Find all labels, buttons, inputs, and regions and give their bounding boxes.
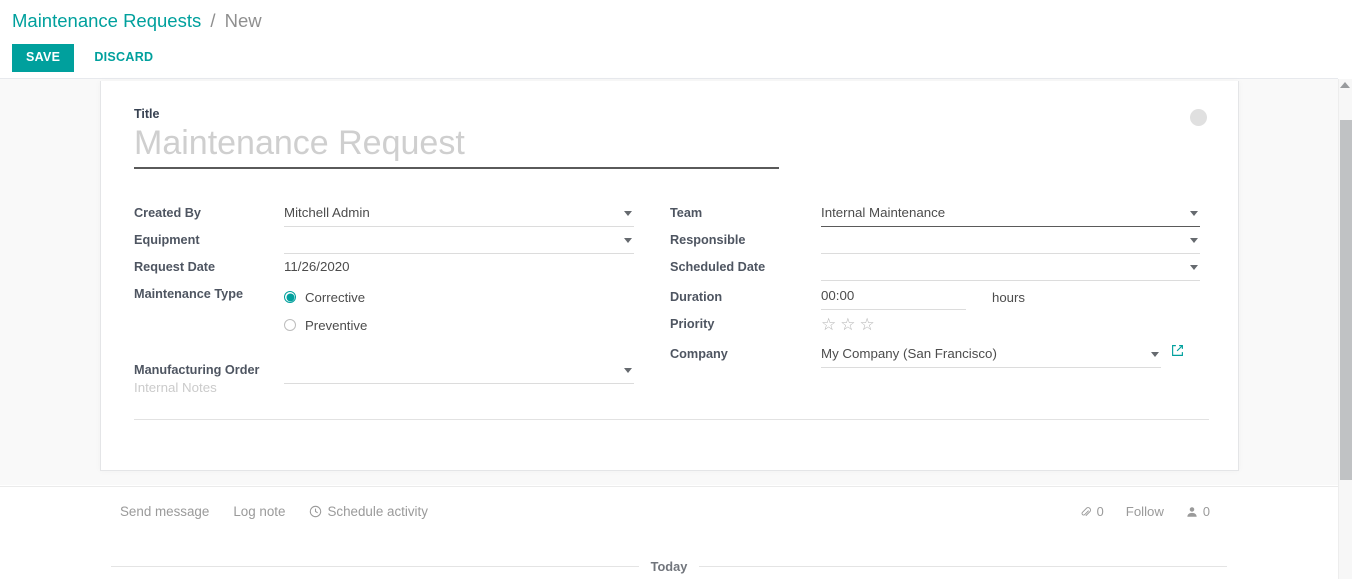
chevron-down-icon[interactable] bbox=[1190, 265, 1198, 270]
request-date-label: Request Date bbox=[134, 260, 216, 274]
radio-dot-corrective-icon[interactable] bbox=[284, 291, 296, 303]
scroll-up-arrow-icon[interactable] bbox=[1340, 82, 1350, 88]
send-message-button[interactable]: Send message bbox=[120, 504, 209, 519]
chevron-down-icon[interactable] bbox=[624, 368, 632, 373]
company-row bbox=[821, 341, 1200, 368]
internal-notes-group: Internal Notes bbox=[134, 378, 1209, 420]
team-input[interactable] bbox=[821, 200, 1200, 224]
title-field-group: Title bbox=[134, 107, 779, 169]
control-panel: Maintenance Requests / New SAVE DISCARD bbox=[0, 0, 1338, 79]
avatar bbox=[1190, 109, 1207, 126]
radio-option-corrective[interactable]: Corrective bbox=[284, 283, 634, 311]
team-field[interactable] bbox=[821, 200, 1200, 227]
star-icon[interactable]: ☆ bbox=[821, 316, 836, 333]
discard-button[interactable]: DISCARD bbox=[82, 44, 165, 72]
right-field-column: Team Responsible Sched bbox=[670, 200, 1200, 368]
chevron-down-icon[interactable] bbox=[624, 238, 632, 243]
responsible-input[interactable] bbox=[821, 227, 1200, 251]
duration-input[interactable] bbox=[821, 284, 966, 307]
scheduled-date-field[interactable] bbox=[821, 254, 1200, 281]
scheduled-date-input[interactable] bbox=[821, 254, 1200, 278]
radio-label-corrective: Corrective bbox=[305, 289, 366, 305]
odoo-maintenance-request-form: Maintenance Requests / New SAVE DISCARD … bbox=[0, 0, 1352, 579]
field-maintenance-type: Maintenance Type Corrective Preventive bbox=[134, 281, 634, 339]
maintenance-type-label: Maintenance Type bbox=[134, 287, 244, 301]
maintenance-type-radio-group: Corrective Preventive bbox=[284, 281, 634, 339]
equipment-label: Equipment bbox=[134, 233, 200, 247]
breadcrumb-current: New bbox=[224, 10, 262, 31]
equipment-field[interactable] bbox=[284, 227, 634, 254]
today-label: Today bbox=[650, 559, 688, 574]
priority-label: Priority bbox=[670, 317, 715, 331]
chatter-status-group: 0 Follow 0 bbox=[1080, 504, 1210, 519]
follower-count-value: 0 bbox=[1202, 504, 1210, 519]
vertical-scrollbar-track[interactable] bbox=[1338, 79, 1352, 579]
vertical-scrollbar-thumb[interactable] bbox=[1340, 120, 1352, 480]
duration-field[interactable] bbox=[821, 284, 966, 310]
chevron-down-icon[interactable] bbox=[1190, 211, 1198, 216]
field-scheduled-date: Scheduled Date bbox=[670, 254, 1200, 281]
radio-dot-preventive-icon[interactable] bbox=[284, 319, 296, 331]
created-by-input[interactable] bbox=[284, 200, 634, 224]
company-field[interactable] bbox=[821, 341, 1161, 368]
schedule-activity-button[interactable]: Schedule activity bbox=[309, 504, 428, 519]
team-label: Team bbox=[670, 206, 703, 220]
title-label: Title bbox=[134, 107, 160, 121]
chatter: Send message Log note Schedule activity … bbox=[0, 486, 1338, 579]
responsible-label: Responsible bbox=[670, 233, 746, 247]
external-link-icon[interactable] bbox=[1171, 341, 1184, 357]
save-button[interactable]: SAVE bbox=[12, 44, 75, 72]
equipment-input[interactable] bbox=[284, 227, 634, 251]
company-label: Company bbox=[670, 347, 728, 361]
divider-rule-left bbox=[111, 566, 639, 567]
title-input[interactable] bbox=[134, 123, 779, 169]
radio-label-preventive: Preventive bbox=[305, 317, 368, 333]
radio-option-preventive[interactable]: Preventive bbox=[284, 311, 634, 339]
request-date-field[interactable]: 11/26/2020 bbox=[284, 254, 634, 281]
breadcrumb-root-link[interactable]: Maintenance Requests bbox=[12, 10, 201, 31]
field-equipment: Equipment bbox=[134, 227, 634, 254]
created-by-label: Created By bbox=[134, 206, 201, 220]
chatter-action-buttons: Send message Log note Schedule activity bbox=[120, 504, 428, 519]
scheduled-date-label: Scheduled Date bbox=[670, 260, 766, 274]
log-note-button[interactable]: Log note bbox=[233, 504, 285, 519]
attachment-count[interactable]: 0 bbox=[1080, 504, 1104, 519]
breadcrumb-separator: / bbox=[210, 10, 216, 31]
clock-icon bbox=[310, 505, 322, 518]
follow-button[interactable]: Follow bbox=[1126, 504, 1164, 519]
field-duration: Duration hours bbox=[670, 284, 1200, 311]
star-icon[interactable]: ☆ bbox=[860, 316, 875, 333]
chevron-down-icon[interactable] bbox=[1190, 238, 1198, 243]
schedule-activity-label: Schedule activity bbox=[327, 504, 428, 519]
priority-stars: ☆ ☆ ☆ bbox=[821, 311, 1200, 338]
attachment-count-value: 0 bbox=[1096, 504, 1104, 519]
chevron-down-icon[interactable] bbox=[1151, 352, 1159, 357]
left-field-column: Created By Equipment R bbox=[134, 200, 634, 384]
field-created-by: Created By bbox=[134, 200, 634, 227]
request-date-value: 11/26/2020 bbox=[284, 259, 350, 274]
divider-rule-right bbox=[699, 566, 1227, 567]
paperclip-icon bbox=[1081, 506, 1091, 516]
field-request-date: Request Date 11/26/2020 bbox=[134, 254, 634, 281]
star-icon[interactable]: ☆ bbox=[840, 316, 855, 333]
created-by-field[interactable] bbox=[284, 200, 634, 227]
duration-suffix: hours bbox=[992, 289, 1025, 305]
today-divider: Today bbox=[111, 559, 1227, 574]
breadcrumb: Maintenance Requests / New bbox=[12, 8, 262, 34]
field-responsible: Responsible bbox=[670, 227, 1200, 254]
form-sheet: Title Created By Equipment bbox=[100, 81, 1239, 471]
field-team: Team bbox=[670, 200, 1200, 227]
internal-notes-input[interactable]: Internal Notes bbox=[134, 378, 1209, 420]
field-company: Company bbox=[670, 341, 1200, 368]
duration-wrapper: hours bbox=[821, 284, 1200, 310]
duration-label: Duration bbox=[670, 290, 723, 304]
field-priority: Priority ☆ ☆ ☆ bbox=[670, 311, 1200, 338]
company-input[interactable] bbox=[821, 341, 1161, 365]
user-icon bbox=[1187, 506, 1197, 517]
form-action-buttons: SAVE DISCARD bbox=[12, 44, 165, 72]
chevron-down-icon[interactable] bbox=[624, 211, 632, 216]
responsible-field[interactable] bbox=[821, 227, 1200, 254]
chatter-topbar: Send message Log note Schedule activity … bbox=[0, 487, 1338, 543]
follower-count[interactable]: 0 bbox=[1186, 504, 1210, 519]
